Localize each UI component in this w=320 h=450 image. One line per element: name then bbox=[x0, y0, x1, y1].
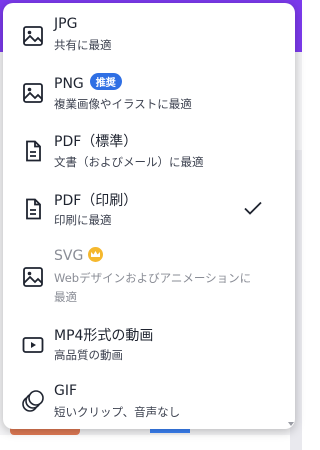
pdf-print-subtitle: 印刷に最適 bbox=[54, 213, 112, 227]
pdf-standard-subtitle: 文書（およびメール）に最適 bbox=[54, 155, 204, 169]
png-subtitle: 複業画像やイラストに最適 bbox=[54, 97, 192, 111]
menu-item-mp4[interactable]: MP4形式の動画 高品質の動画 bbox=[3, 315, 295, 373]
image-icon bbox=[21, 265, 45, 289]
checkmark-icon bbox=[243, 198, 263, 218]
file-type-dropdown: JPG 共有に最適 PNG 推奨 複業画像やイラストに最適 PDF（標準） 文書（… bbox=[3, 3, 295, 429]
menu-item-png[interactable]: PNG 推奨 複業画像やイラストに最適 bbox=[3, 61, 295, 119]
image-icon bbox=[21, 24, 45, 48]
gif-subtitle: 短いクリップ、音声なし bbox=[54, 405, 181, 419]
video-icon bbox=[21, 333, 45, 357]
gif-icon bbox=[21, 389, 45, 413]
svg-subtitle-line2: 最適 bbox=[54, 290, 77, 304]
mp4-subtitle: 高品質の動画 bbox=[54, 348, 123, 362]
crown-icon bbox=[88, 247, 104, 262]
document-icon bbox=[21, 139, 45, 163]
pdf-print-title: PDF（印刷） bbox=[54, 193, 138, 209]
menu-item-svg[interactable]: SVG Webデザインおよびアニメーションに 最適 bbox=[3, 235, 295, 315]
menu-item-pdf-print[interactable]: PDF（印刷） 印刷に最適 bbox=[3, 177, 295, 235]
svg-subtitle-line1: Webデザインおよびアニメーションに bbox=[54, 271, 252, 285]
pdf-standard-title: PDF（標準） bbox=[54, 134, 138, 150]
document-icon bbox=[21, 197, 45, 221]
recommended-badge: 推奨 bbox=[89, 73, 122, 90]
gif-title: GIF bbox=[54, 383, 78, 399]
menu-item-gif[interactable]: GIF 短いクリップ、音声なし bbox=[3, 373, 295, 429]
jpg-title: JPG bbox=[54, 16, 78, 32]
mp4-title: MP4形式の動画 bbox=[54, 328, 154, 344]
png-title: PNG 推奨 bbox=[54, 73, 122, 92]
png-title-text: PNG bbox=[54, 76, 84, 92]
svg-title: SVG bbox=[54, 247, 104, 264]
menu-item-jpg[interactable]: JPG 共有に最適 bbox=[3, 3, 295, 61]
menu-item-pdf-standard[interactable]: PDF（標準） 文書（およびメール）に最適 bbox=[3, 119, 295, 177]
scroll-down-icon[interactable] bbox=[287, 413, 295, 426]
svg-title-text: SVG bbox=[54, 248, 84, 264]
image-icon bbox=[21, 81, 45, 105]
jpg-subtitle: 共有に最適 bbox=[54, 38, 112, 52]
